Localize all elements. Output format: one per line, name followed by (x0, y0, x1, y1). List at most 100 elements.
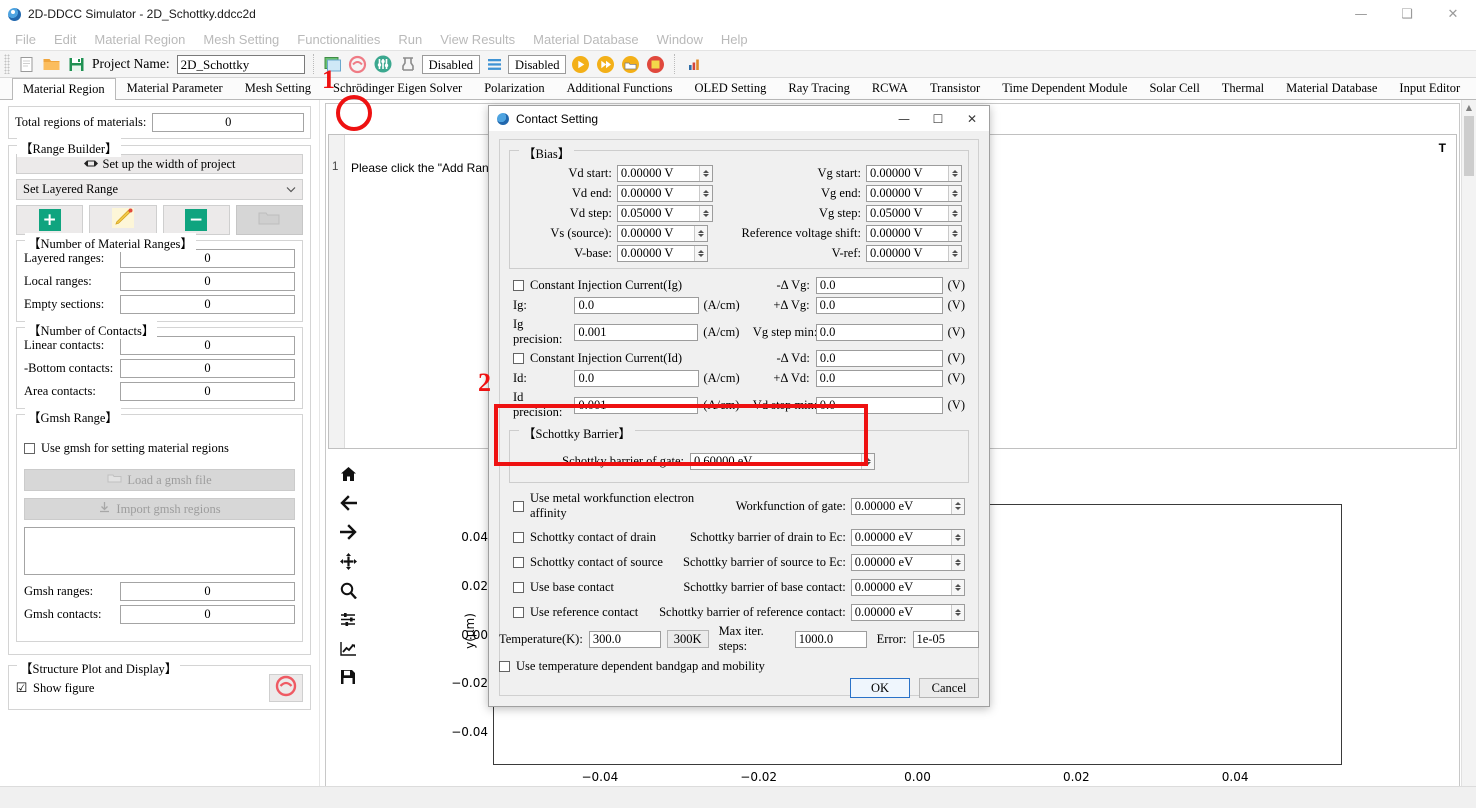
plus-delta-vd-input[interactable]: 0.0 (815, 370, 943, 387)
maximize-button[interactable]: ❑ (1384, 0, 1430, 28)
run-play-icon[interactable] (569, 53, 591, 75)
tab-ray-tracing[interactable]: Ray Tracing (777, 77, 860, 99)
ok-button[interactable]: OK (850, 678, 910, 698)
vd-end-spinbox[interactable]: 0.00000 V (616, 185, 713, 202)
home-icon[interactable] (338, 464, 358, 484)
vg-start-spinbox[interactable]: 0.00000 V (865, 165, 962, 182)
spin-arrows-icon[interactable] (951, 498, 964, 514)
scrollbar-thumb[interactable] (1464, 116, 1474, 176)
empty-sections-input[interactable]: 0 (120, 295, 295, 314)
close-button[interactable]: ✕ (1430, 0, 1476, 28)
run-all-fastforward-icon[interactable] (594, 53, 616, 75)
tab-additional-functions[interactable]: Additional Functions (556, 77, 684, 99)
forward-arrow-icon[interactable] (338, 522, 358, 542)
gmsh-contacts-input[interactable]: 0 (120, 605, 295, 624)
vd-start-spinbox[interactable]: 0.00000 V (616, 165, 713, 182)
barrier-drain-spinbox[interactable]: 0.00000 eV (850, 529, 965, 546)
tab-thermal[interactable]: Thermal (1211, 77, 1275, 99)
temperature-input[interactable]: 300.0 (588, 630, 661, 648)
menu-view-results[interactable]: View Results (431, 30, 524, 49)
open-folder-icon[interactable] (40, 53, 62, 75)
vd-step-spinbox[interactable]: 0.05000 V (616, 205, 713, 222)
bar-chart-icon[interactable] (683, 53, 705, 75)
scroll-up-arrow-icon[interactable]: ▲ (1462, 100, 1476, 115)
minus-delta-vd-input[interactable]: 0.0 (815, 350, 943, 367)
menu-material-region[interactable]: Material Region (85, 30, 194, 49)
spin-arrows-icon[interactable] (951, 555, 964, 570)
plus-delta-vg-input[interactable]: 0.0 (815, 297, 943, 314)
max-iter-input[interactable]: 1000.0 (794, 630, 867, 648)
tab-rcwa[interactable]: RCWA (861, 77, 919, 99)
vg-step-spinbox[interactable]: 0.05000 V (865, 205, 962, 222)
spin-arrows-icon[interactable] (948, 166, 961, 181)
tab-mesh-setting[interactable]: Mesh Setting (234, 77, 322, 99)
barrier-source-spinbox[interactable]: 0.00000 eV (850, 554, 965, 571)
minimize-button[interactable]: — (1338, 0, 1384, 28)
menu-functionalities[interactable]: Functionalities (288, 30, 389, 49)
curve-settings-icon[interactable] (338, 638, 358, 658)
dialog-close-button[interactable]: ✕ (955, 106, 989, 131)
barrier-reference-spinbox[interactable]: 0.00000 eV (850, 604, 965, 621)
save-floppy-icon[interactable] (338, 667, 358, 687)
spin-arrows-icon[interactable] (948, 186, 961, 201)
import-gmsh-regions-button[interactable]: Import gmsh regions (24, 498, 295, 520)
spin-arrows-icon[interactable] (948, 246, 962, 261)
use-metal-workfunction-checkbox[interactable]: Use metal workfunction electron affinity (513, 491, 734, 521)
spin-arrows-icon[interactable] (698, 206, 712, 221)
simulation-mode-icon[interactable] (397, 53, 419, 75)
content-vertical-scrollbar[interactable]: ▲ (1461, 100, 1476, 808)
temp-dependent-checkbox[interactable]: Use temperature dependent bandgap and mo… (499, 659, 765, 674)
dialog-minimize-button[interactable]: — (887, 106, 921, 131)
local-ranges-input[interactable]: 0 (120, 272, 295, 291)
id-input[interactable]: 0.0 (574, 370, 699, 387)
edit-range-button[interactable] (89, 205, 157, 235)
setup-width-button[interactable]: Set up the width of project (16, 154, 303, 174)
vs-source-spinbox[interactable]: 0.00000 V (616, 225, 708, 242)
new-file-icon[interactable] (15, 53, 37, 75)
tab-transistor[interactable]: Transistor (919, 77, 991, 99)
cancel-button[interactable]: Cancel (919, 678, 979, 698)
list-lines-icon[interactable] (483, 53, 505, 75)
vd-step-min-input[interactable]: 0.0 (815, 396, 943, 414)
gmsh-file-listbox[interactable] (24, 527, 295, 575)
delete-range-button[interactable]: − (162, 205, 230, 235)
tab-schrodinger-eigen-solver[interactable]: Schrödinger Eigen Solver (322, 77, 473, 99)
show-figure-checkbox[interactable]: ☑ Show figure (16, 681, 95, 696)
load-gmsh-file-button[interactable]: Load a gmsh file (24, 469, 295, 491)
spin-arrows-icon[interactable] (951, 530, 964, 545)
spin-arrows-icon[interactable] (948, 206, 961, 221)
zoom-magnifier-icon[interactable] (338, 580, 358, 600)
configure-subplots-icon[interactable] (338, 609, 358, 629)
menu-window[interactable]: Window (648, 30, 712, 49)
barrier-base-spinbox[interactable]: 0.00000 eV (850, 579, 965, 596)
spin-arrows-icon[interactable] (698, 186, 712, 201)
error-input[interactable]: 1e-05 (912, 630, 979, 648)
tab-material-region[interactable]: Material Region (12, 78, 116, 100)
back-arrow-icon[interactable] (338, 493, 358, 513)
vg-end-spinbox[interactable]: 0.00000 V (865, 185, 962, 202)
save-floppy-icon[interactable] (65, 53, 87, 75)
reference-voltage-shift-spinbox[interactable]: 0.00000 V (865, 225, 963, 242)
tab-oled-setting[interactable]: OLED Setting (684, 77, 778, 99)
temperature-preset-button[interactable]: 300K (666, 630, 709, 648)
spin-arrows-icon[interactable] (693, 246, 707, 261)
open-result-folder-icon[interactable] (619, 53, 641, 75)
tab-material-parameter[interactable]: Material Parameter (116, 77, 234, 99)
schottky-contact-source-checkbox[interactable]: Schottky contact of source (513, 555, 677, 570)
menu-run[interactable]: Run (389, 30, 431, 49)
spin-arrows-icon[interactable] (861, 454, 874, 469)
spin-arrows-icon[interactable] (951, 605, 964, 620)
area-contacts-input[interactable]: 0 (120, 382, 295, 401)
menu-file[interactable]: File (6, 30, 45, 49)
tab-material-database[interactable]: Material Database (1275, 77, 1388, 99)
schottky-contact-drain-checkbox[interactable]: Schottky contact of drain (513, 530, 677, 545)
tab-time-dependent-module[interactable]: Time Dependent Module (991, 77, 1138, 99)
spin-arrows-icon[interactable] (951, 580, 964, 595)
schottky-barrier-gate-spinbox[interactable]: 0.60000 eV (690, 453, 875, 470)
pan-move-icon[interactable] (338, 551, 358, 571)
add-range-button[interactable]: + (16, 205, 84, 235)
spin-arrows-icon[interactable] (698, 166, 712, 181)
id-precision-input[interactable]: 0.001 (574, 396, 699, 414)
menu-help[interactable]: Help (712, 30, 757, 49)
spin-arrows-icon[interactable] (948, 226, 962, 241)
